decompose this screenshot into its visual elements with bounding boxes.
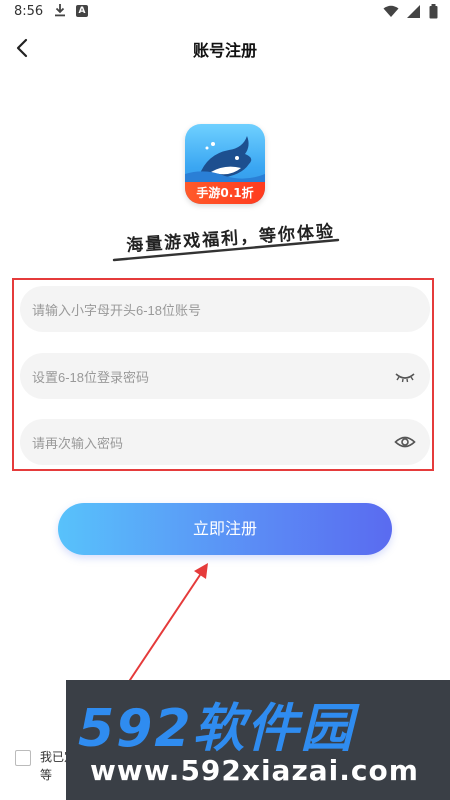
- watermark-banner: 592软件园 www.592xiazai.com: [66, 680, 450, 800]
- eye-closed-icon[interactable]: [394, 366, 416, 386]
- wifi-icon: [383, 5, 399, 22]
- download-icon: [54, 3, 66, 21]
- watermark-url: www.592xiazai.com: [90, 754, 419, 787]
- password-input[interactable]: [20, 353, 394, 401]
- logo-badge: 手游0.1折: [185, 182, 265, 204]
- confirm-password-field[interactable]: [20, 419, 430, 467]
- register-button[interactable]: 立即注册: [58, 503, 392, 555]
- status-time: 8:56: [14, 4, 44, 19]
- a-badge-icon: A: [76, 5, 88, 17]
- brush-stroke-icon: [112, 238, 340, 262]
- watermark-title: 592软件园: [78, 699, 355, 759]
- password-field[interactable]: [20, 353, 430, 401]
- status-right-icons: [383, 4, 438, 23]
- status-bar: 8:56 A: [0, 0, 450, 24]
- whale-icon: [185, 136, 265, 184]
- confirm-password-input[interactable]: [20, 419, 394, 467]
- signal-icon: [407, 5, 421, 22]
- app-logo: 手游0.1折: [185, 124, 265, 204]
- account-field[interactable]: [20, 286, 430, 334]
- page-title: 账号注册: [192, 41, 257, 60]
- nav-bar: 账号注册: [0, 26, 450, 70]
- eye-open-icon[interactable]: [394, 432, 416, 452]
- slogan: 海量游戏福利，等你体验: [112, 220, 342, 264]
- arrow-annotation-icon: [127, 563, 208, 684]
- battery-icon: [429, 4, 438, 23]
- agreement-checkbox[interactable]: [15, 750, 31, 766]
- account-input[interactable]: [20, 286, 394, 334]
